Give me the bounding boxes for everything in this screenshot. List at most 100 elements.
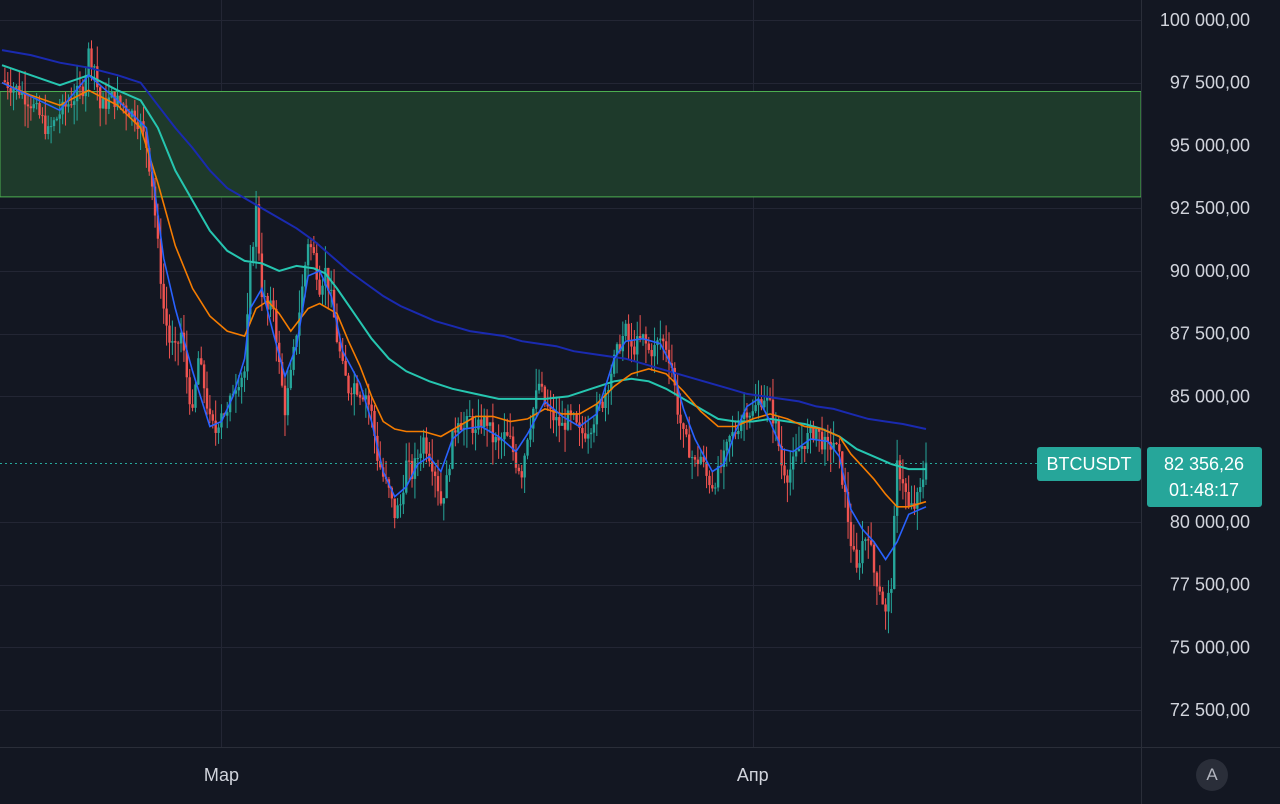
candle-body — [240, 377, 243, 388]
candle-body — [858, 563, 861, 568]
candle-body — [919, 487, 922, 493]
candle-body — [838, 444, 841, 452]
candle-body — [893, 515, 896, 589]
candle-body — [852, 546, 856, 550]
candle-body — [664, 341, 668, 350]
candle-body — [517, 467, 521, 472]
candle-body — [560, 422, 564, 426]
y-tick-label: 85 000,00 — [1170, 386, 1250, 406]
candle-body — [202, 364, 206, 389]
price-tag: 82 356,26 01:48:17 — [1147, 447, 1262, 507]
candle-body — [171, 341, 174, 343]
candle-body — [884, 604, 887, 612]
candle-body — [558, 417, 561, 426]
x-axis[interactable]: Мар Апр — [204, 765, 769, 785]
candle-body — [861, 541, 864, 564]
candle-body — [90, 48, 93, 68]
candle-body — [49, 126, 53, 128]
candle-body — [306, 244, 310, 266]
price-chart[interactable]: 100 000,00 97 500,00 95 000,00 92 500,00 90 … — [0, 0, 1280, 804]
candle-body — [685, 428, 688, 435]
candle-body — [627, 323, 630, 341]
y-tick-label: 97 500,00 — [1170, 73, 1250, 93]
candle-body — [217, 427, 220, 433]
candle-body — [682, 423, 685, 429]
candle-body — [890, 588, 893, 593]
candle-body — [647, 343, 650, 350]
x-tick-label: Мар — [204, 765, 239, 785]
candle-body — [794, 451, 798, 457]
candle-body — [344, 360, 347, 376]
candle-body — [197, 358, 200, 385]
candle-body — [592, 424, 596, 433]
candle-body — [714, 487, 717, 489]
candle-body — [321, 285, 324, 295]
candle-body — [433, 471, 437, 477]
candle-body — [439, 491, 443, 504]
candle-body — [555, 417, 558, 421]
candle-body — [93, 66, 96, 68]
candle-body — [754, 405, 757, 412]
candle-body — [32, 104, 35, 109]
candle-body — [653, 345, 656, 357]
candle-body — [407, 460, 411, 462]
candle-body — [699, 456, 702, 465]
candle-body — [584, 433, 587, 439]
candle-body — [791, 456, 795, 470]
candle-body — [823, 436, 827, 450]
candle-body — [309, 244, 313, 248]
candle-body — [503, 432, 506, 440]
candle-body — [835, 442, 838, 445]
candle-body — [442, 498, 445, 504]
candle-body — [901, 479, 905, 484]
candle-body — [540, 383, 544, 387]
candle-body — [58, 114, 61, 119]
candle-body — [630, 340, 633, 347]
candle-body — [448, 468, 451, 476]
y-axis[interactable]: 100 000,00 97 500,00 95 000,00 92 500,00 90 … — [1160, 10, 1250, 720]
candle-body — [468, 416, 471, 418]
supply-zone-rect — [0, 91, 1142, 198]
candle-body — [367, 395, 370, 405]
candle-body — [47, 126, 50, 135]
candle-body — [191, 404, 194, 408]
candle-body — [601, 401, 604, 408]
candle-body — [237, 387, 240, 391]
candle-body — [586, 434, 590, 439]
candle-body — [474, 429, 477, 433]
candle-body — [176, 342, 180, 344]
candle-body — [55, 118, 59, 121]
candle-body — [520, 471, 523, 478]
candle-body — [881, 591, 884, 605]
price-tag-countdown: 01:48:17 — [1169, 480, 1239, 500]
candle-body — [659, 338, 662, 341]
candle-body — [563, 422, 567, 430]
candle-body — [921, 479, 925, 488]
candle-body — [797, 448, 801, 452]
candle-body — [353, 383, 356, 395]
y-tick-label: 80 000,00 — [1170, 512, 1250, 532]
candle-body — [208, 408, 212, 415]
candle-body — [869, 540, 873, 545]
candle-body — [875, 572, 879, 587]
auto-scale-button[interactable]: A — [1196, 759, 1228, 791]
candle-body — [168, 325, 171, 343]
candle-body — [350, 393, 353, 395]
candle-body — [81, 86, 85, 97]
candle-body — [9, 88, 12, 93]
candle-body — [849, 521, 853, 547]
candle-body — [29, 106, 33, 109]
candle-body — [188, 377, 191, 405]
candle-body — [641, 334, 645, 339]
candle-body — [774, 420, 778, 424]
candle-body — [815, 428, 818, 440]
candle-body — [315, 253, 318, 280]
candle-body — [514, 452, 518, 468]
candle-body — [864, 539, 867, 542]
candle-body — [52, 120, 56, 127]
candle-body — [454, 430, 457, 433]
candle-body — [708, 475, 711, 486]
candle-body — [711, 485, 714, 489]
candle-body — [789, 469, 792, 483]
candle-body — [872, 544, 876, 573]
